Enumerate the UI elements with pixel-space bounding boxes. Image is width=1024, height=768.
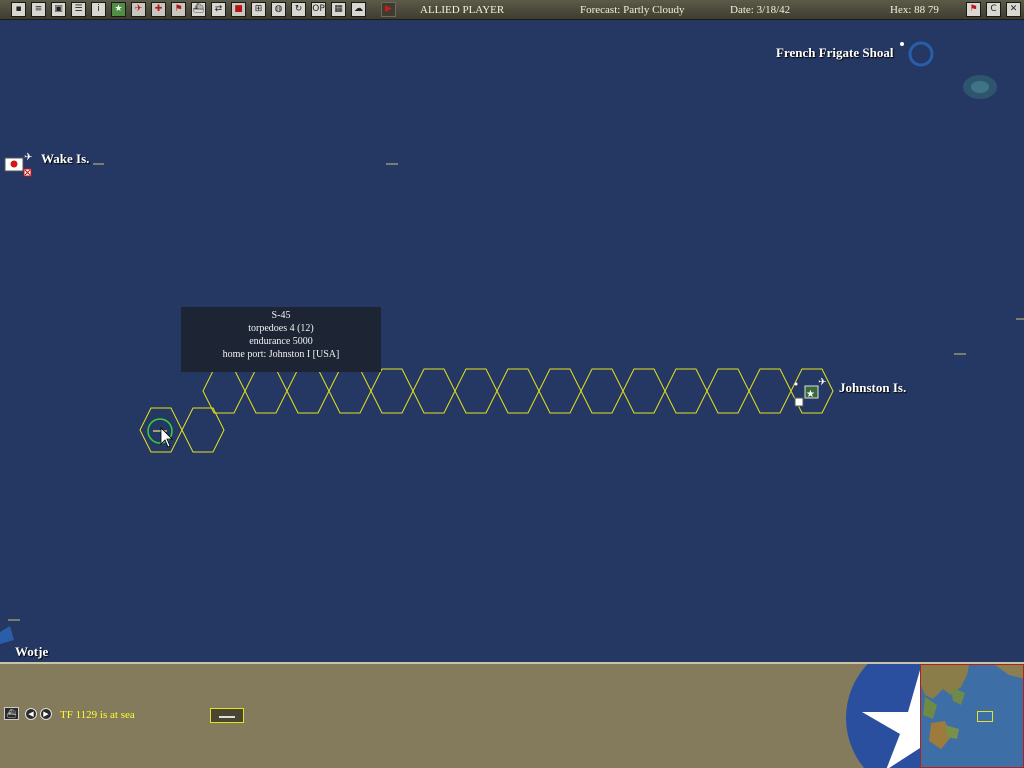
wake-base-marker[interactable]: ✈ — [4, 152, 32, 177]
place-label-wake: Wake Is. — [41, 151, 90, 166]
wotje-marker[interactable] — [0, 626, 14, 644]
map-overlay: ✈ ★ ✈ — [0, 41, 1024, 644]
bottom-status-panel: ⛴ ◀ ▶ TF 1129 is at sea — [0, 662, 1024, 768]
place-label-wotje: Wotje — [15, 644, 49, 659]
unit-name: S-45 — [271, 310, 291, 321]
unit-torpedoes: torpedoes 4 (12) — [248, 323, 314, 334]
taskforce-unit-icon[interactable] — [210, 708, 244, 723]
path-hex[interactable] — [748, 368, 792, 414]
svg-text:✈: ✈ — [818, 377, 826, 388]
path-hex[interactable] — [664, 368, 708, 414]
air-unit-icon[interactable]: ✈ — [131, 2, 146, 17]
ops-icon[interactable]: OP — [311, 2, 326, 17]
report-icon[interactable]: ≡ — [31, 2, 46, 17]
minimap-viewport[interactable] — [977, 711, 993, 722]
map-icon[interactable]: ▦ — [331, 2, 346, 17]
path-hex[interactable] — [181, 407, 225, 453]
next-arrow-icon[interactable]: ▶ — [40, 708, 52, 720]
path-hex[interactable] — [370, 368, 414, 414]
path-hex[interactable] — [286, 368, 330, 414]
ship-icon[interactable]: ⛴ — [191, 2, 206, 17]
path-hex[interactable] — [202, 368, 246, 414]
unit-home-port: home port: Johnston I [USA] — [222, 349, 340, 360]
save-icon[interactable]: ▣ — [51, 2, 66, 17]
globe-icon[interactable]: ◍ — [271, 2, 286, 17]
nation-icon[interactable]: ■ — [231, 2, 246, 17]
path-hex[interactable] — [622, 368, 666, 414]
refresh-icon[interactable]: ↻ — [291, 2, 306, 17]
place-label-johnston: Johnston Is. — [839, 380, 907, 395]
path-hex[interactable] — [706, 368, 750, 414]
player-label: ALLIED PLAYER — [420, 4, 505, 16]
date-label: Date: 3/18/42 — [730, 4, 791, 16]
path-hex[interactable] — [244, 368, 288, 414]
svg-text:✈: ✈ — [24, 152, 32, 163]
path-hex[interactable] — [412, 368, 456, 414]
hex-coordinate-label: Hex: 88 79 — [890, 4, 939, 16]
aircraft-icon[interactable]: ✚ — [151, 2, 166, 17]
window-icon[interactable]: ▪ — [11, 2, 26, 17]
unit-endurance: endurance 5000 — [249, 336, 313, 347]
forecast-label: Forecast: Partly Cloudy — [580, 4, 685, 16]
route-icon[interactable]: ⇄ — [211, 2, 226, 17]
base-flag-icon[interactable]: ⚑ — [171, 2, 186, 17]
path-hex[interactable] — [538, 368, 582, 414]
island-reef — [963, 75, 997, 99]
flag-icon[interactable]: ⚑ — [966, 2, 981, 17]
ocean-map[interactable]: ✈ ★ ✈ French Frigate Shoal Wake Is. John… — [0, 20, 1024, 662]
path-hex[interactable] — [328, 368, 372, 414]
french-frigate-shoal-marker[interactable] — [900, 41, 934, 67]
list-icon[interactable]: ☰ — [71, 2, 86, 17]
top-toolbar: ▪ ≡ ▣ ☰ i ★ ✈ ✚ ⚑ ⛴ ⇄ ■ ⊞ ◍ ↻ OP ▦ ☁ ▶ A… — [0, 0, 1024, 20]
path-hex[interactable] — [454, 368, 498, 414]
minimap-landmasses — [921, 665, 1023, 749]
center-button[interactable]: C — [986, 2, 1001, 17]
weather-icon[interactable]: ☁ — [351, 2, 366, 17]
close-icon[interactable]: ✕ — [1006, 2, 1021, 17]
taskforce-icon[interactable]: ⊞ — [251, 2, 266, 17]
end-turn-play-icon[interactable]: ▶ — [381, 2, 396, 17]
allied-star-emblem — [846, 664, 922, 768]
info-icon[interactable]: i — [91, 2, 106, 17]
johnston-base-marker[interactable]: ★ ✈ — [794, 377, 827, 407]
star-icon[interactable]: ★ — [111, 2, 126, 17]
place-label-french-frigate-shoal: French Frigate Shoal — [776, 45, 894, 60]
path-hex[interactable] — [580, 368, 624, 414]
previous-arrow-icon[interactable]: ◀ — [25, 708, 37, 720]
unit-tooltip: S-45 torpedoes 4 (12) endurance 5000 hom… — [181, 307, 381, 372]
path-hex[interactable] — [496, 368, 540, 414]
svg-text:★: ★ — [806, 389, 815, 400]
taskforce-ship-icon[interactable]: ⛴ — [4, 707, 19, 720]
strategic-minimap[interactable] — [920, 664, 1024, 768]
movement-path — [139, 368, 834, 453]
status-message: TF 1129 is at sea — [60, 709, 135, 721]
